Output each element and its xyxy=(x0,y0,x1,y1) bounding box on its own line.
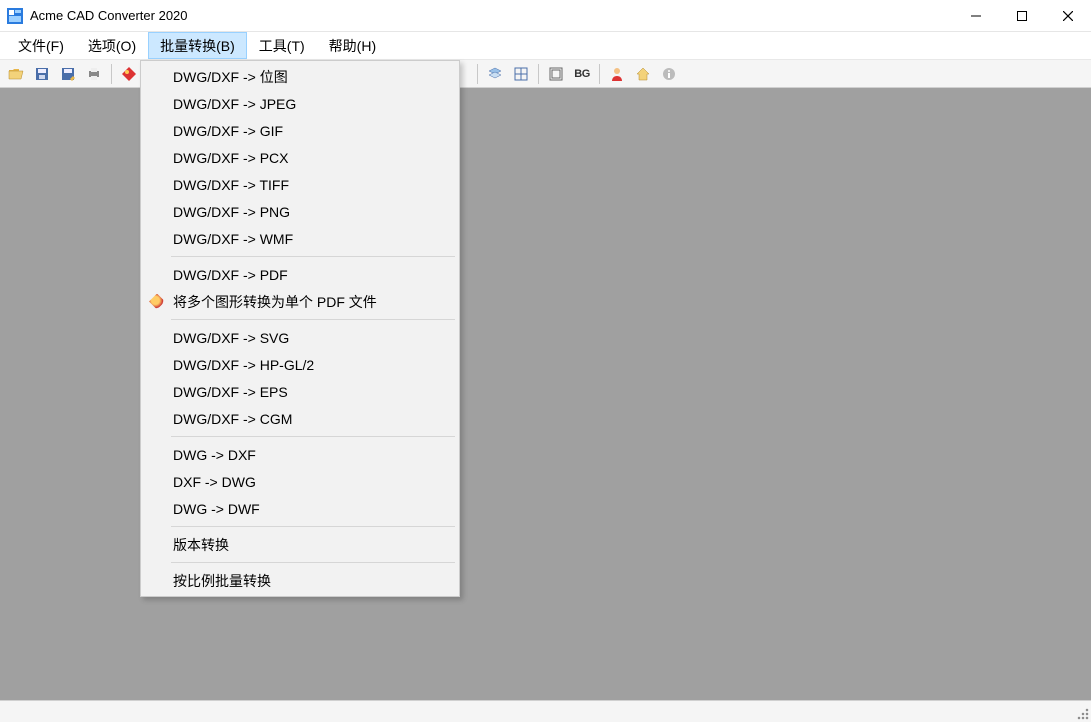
titlebar: Acme CAD Converter 2020 xyxy=(0,0,1091,32)
menu-item-dwg-dxf-to-hpgl[interactable]: DWG/DXF -> HP-GL/2 xyxy=(143,351,457,378)
close-button[interactable] xyxy=(1045,0,1091,32)
info-button[interactable] xyxy=(657,62,681,86)
save-as-button[interactable] xyxy=(56,62,80,86)
menu-item-dwg-to-dwf[interactable]: DWG -> DWF xyxy=(143,495,457,522)
menubar: 文件(F) 选项(O) 批量转换(B) 工具(T) 帮助(H) xyxy=(0,32,1091,60)
toolbar-separator xyxy=(111,64,112,84)
menu-item-dwg-dxf-to-gif[interactable]: DWG/DXF -> GIF xyxy=(143,117,457,144)
maximize-button[interactable] xyxy=(999,0,1045,32)
toolbar-separator xyxy=(599,64,600,84)
window-fit-button[interactable] xyxy=(544,62,568,86)
menu-separator xyxy=(171,436,455,437)
bg-color-button[interactable]: BG xyxy=(570,62,594,86)
menu-separator xyxy=(171,256,455,257)
status-bar xyxy=(0,700,1091,722)
menu-item-dwg-to-dxf[interactable]: DWG -> DXF xyxy=(143,441,457,468)
menu-item-dwg-dxf-to-eps[interactable]: DWG/DXF -> EPS xyxy=(143,378,457,405)
menu-help[interactable]: 帮助(H) xyxy=(317,32,388,59)
menu-item-version-convert[interactable]: 版本转换 xyxy=(143,531,457,558)
menu-item-multi-to-single-pdf[interactable]: 将多个图形转换为单个 PDF 文件 xyxy=(143,288,457,315)
menu-item-dwg-dxf-to-pcx[interactable]: DWG/DXF -> PCX xyxy=(143,144,457,171)
menu-item-scale-batch-convert[interactable]: 按比例批量转换 xyxy=(143,567,457,594)
open-button[interactable] xyxy=(4,62,28,86)
print-button[interactable] xyxy=(82,62,106,86)
save-button[interactable] xyxy=(30,62,54,86)
menu-item-dwg-dxf-to-pdf[interactable]: DWG/DXF -> PDF xyxy=(143,261,457,288)
menu-item-dwg-dxf-to-tiff[interactable]: DWG/DXF -> TIFF xyxy=(143,171,457,198)
menu-file[interactable]: 文件(F) xyxy=(6,32,76,59)
user-button[interactable] xyxy=(605,62,629,86)
menu-item-dwg-dxf-to-bitmap[interactable]: DWG/DXF -> 位图 xyxy=(143,63,457,90)
menu-separator xyxy=(171,562,455,563)
home-button[interactable] xyxy=(631,62,655,86)
menu-item-dwg-dxf-to-wmf[interactable]: DWG/DXF -> WMF xyxy=(143,225,457,252)
bg-label: BG xyxy=(574,68,590,80)
menu-tools[interactable]: 工具(T) xyxy=(247,32,317,59)
menu-item-dwg-dxf-to-jpeg[interactable]: DWG/DXF -> JPEG xyxy=(143,90,457,117)
menu-batch-convert[interactable]: 批量转换(B) xyxy=(148,32,247,59)
menu-separator xyxy=(171,319,455,320)
menu-batch-dropdown: DWG/DXF -> 位图 DWG/DXF -> JPEG DWG/DXF ->… xyxy=(140,60,460,597)
menu-item-dwg-dxf-to-svg[interactable]: DWG/DXF -> SVG xyxy=(143,324,457,351)
app-icon xyxy=(6,7,24,25)
minimize-button[interactable] xyxy=(953,0,999,32)
menu-item-dwg-dxf-to-cgm[interactable]: DWG/DXF -> CGM xyxy=(143,405,457,432)
menu-item-dxf-to-dwg[interactable]: DXF -> DWG xyxy=(143,468,457,495)
resize-grip[interactable] xyxy=(1075,706,1089,720)
layouts-button[interactable] xyxy=(509,62,533,86)
menu-options[interactable]: 选项(O) xyxy=(76,32,148,59)
menu-item-dwg-dxf-to-png[interactable]: DWG/DXF -> PNG xyxy=(143,198,457,225)
toolbar-separator xyxy=(477,64,478,84)
toolbar-separator xyxy=(538,64,539,84)
window-title: Acme CAD Converter 2020 xyxy=(30,8,188,23)
layers-button[interactable] xyxy=(483,62,507,86)
menu-separator xyxy=(171,526,455,527)
convert-button[interactable] xyxy=(117,62,141,86)
